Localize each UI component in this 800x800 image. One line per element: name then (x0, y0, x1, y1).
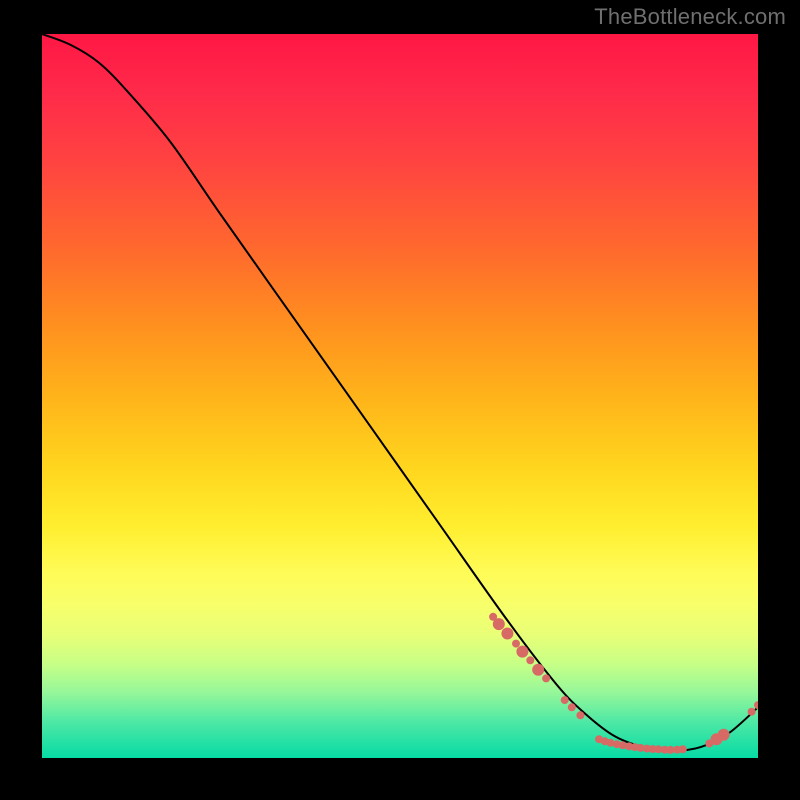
data-point (516, 646, 528, 658)
data-point (568, 703, 576, 711)
watermark-text: TheBottleneck.com (594, 4, 786, 30)
bottleneck-curve (42, 34, 758, 751)
data-point (576, 711, 584, 719)
data-point (542, 674, 550, 682)
chart-frame: TheBottleneck.com (0, 0, 800, 800)
data-point (512, 640, 520, 648)
chart-overlay (42, 34, 758, 758)
data-point (718, 729, 730, 741)
data-point (493, 618, 505, 630)
plot-area (42, 34, 758, 758)
data-point (561, 696, 569, 704)
data-point (754, 701, 758, 709)
data-points (489, 613, 758, 754)
data-point (526, 656, 534, 664)
data-point (532, 664, 544, 676)
data-point (501, 628, 513, 640)
data-point (679, 745, 687, 753)
data-point (748, 708, 756, 716)
